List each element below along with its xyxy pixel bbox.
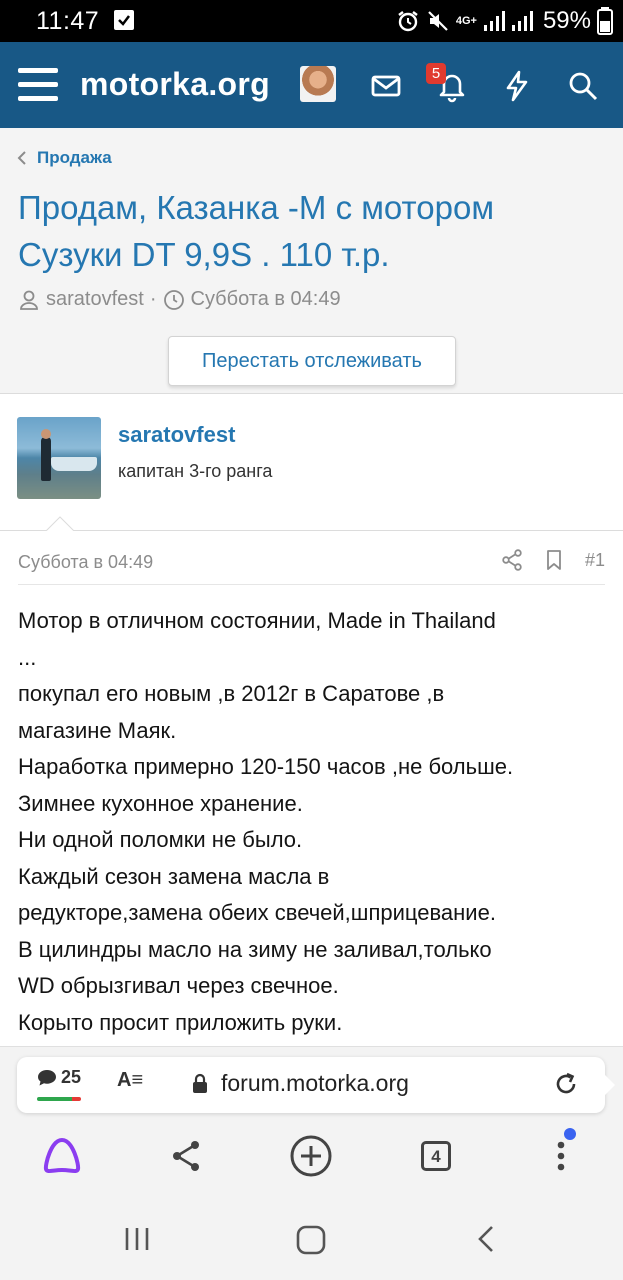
comments-button[interactable]: 25 — [37, 1067, 81, 1088]
title-line: Сузуки DT 9,9S . 110 т.р. — [18, 236, 390, 273]
alice-assistant-icon[interactable] — [40, 1134, 84, 1178]
tabs-count: 4 — [421, 1141, 451, 1171]
search-icon[interactable] — [565, 68, 601, 104]
user-icon — [20, 290, 38, 310]
notification-badge: 5 — [426, 63, 446, 84]
mute-icon — [428, 11, 448, 31]
menu-icon[interactable] — [18, 68, 58, 102]
status-time: 11:47 — [36, 7, 100, 35]
thread-meta: saratovfest · Суббота в 04:49 — [18, 288, 341, 311]
post-line: редукторе,замена обеих свечей,шприцевани… — [18, 900, 496, 925]
clock-icon — [163, 289, 184, 310]
comments-count: 25 — [61, 1067, 82, 1087]
thread-date[interactable]: Суббота в 04:49 — [191, 288, 341, 311]
reload-icon[interactable] — [553, 1071, 579, 1097]
menu-notification-dot — [564, 1128, 576, 1140]
lightning-icon[interactable] — [499, 68, 535, 104]
address-bar[interactable]: 25 A≡ forum.motorka.org — [17, 1057, 615, 1113]
page-title: Продам, Казанка -М с мотором Сузуки DT 9… — [18, 184, 608, 278]
home-icon[interactable] — [295, 1224, 327, 1256]
thread-author[interactable]: saratovfest — [46, 288, 144, 311]
thread-header: Продажа Продам, Казанка -М с мотором Суз… — [0, 128, 623, 394]
signal-icon — [483, 11, 505, 31]
battery-icon — [597, 7, 613, 35]
user-avatar[interactable] — [300, 66, 336, 102]
post-body: Мотор в отличном состоянии, Made in Thai… — [18, 603, 613, 1041]
chevron-left-icon — [17, 151, 26, 165]
tabs-button[interactable]: 4 — [414, 1134, 458, 1178]
post-author-block: saratovfest капитан 3-го ранга — [0, 398, 623, 530]
post-line: Корыто просит приложить руки. — [18, 1009, 343, 1035]
comment-icon — [38, 1069, 56, 1085]
post-line: WD обрызгивал через свечное. — [18, 973, 339, 998]
unwatch-button[interactable]: Перестать отслеживать — [168, 336, 456, 386]
post-line: покупал его новым ,в 2012г в Саратове ,в — [18, 681, 445, 706]
post-line: ... — [18, 644, 37, 670]
mail-icon[interactable] — [368, 68, 404, 104]
lock-icon — [193, 1073, 207, 1093]
meta-separator: · — [149, 288, 157, 310]
post-line: Каждый сезон замена масла в — [18, 863, 330, 889]
post-line: Зимнее кухонное хранение. — [18, 790, 303, 816]
rating-line — [37, 1097, 81, 1101]
author-avatar[interactable] — [17, 417, 101, 499]
recent-apps-icon[interactable] — [122, 1224, 152, 1254]
breadcrumb-label[interactable]: Продажа — [37, 148, 112, 168]
site-logo[interactable]: motorka.org — [80, 66, 270, 103]
app-header: motorka.org — [0, 42, 623, 128]
divider — [18, 584, 605, 585]
author-rank: капитан 3-го ранга — [118, 461, 273, 481]
network-type: 4G+ — [455, 14, 477, 27]
author-pointer — [46, 516, 74, 531]
alarm-icon — [398, 11, 418, 32]
battery-percent: 59% — [542, 7, 591, 34]
post-line: Наработка примерно 120-150 часов ,не бол… — [18, 754, 514, 779]
new-tab-icon[interactable] — [289, 1134, 333, 1178]
status-icons: 4G+ 59% — [396, 6, 613, 36]
signal-icon — [511, 11, 533, 31]
reader-mode-button[interactable]: A≡ — [117, 1069, 143, 1092]
back-icon[interactable] — [472, 1224, 502, 1254]
post-line: Мотор в отличном состоянии, Made in Thai… — [18, 608, 496, 633]
share-icon[interactable] — [164, 1134, 208, 1178]
post-date[interactable]: Суббота в 04:49 — [18, 552, 153, 573]
system-nav-bar — [0, 1200, 623, 1280]
check-notification-icon — [114, 10, 134, 30]
post-number[interactable]: #1 — [585, 550, 605, 571]
divider — [0, 530, 623, 531]
address-bar-tip — [605, 1075, 615, 1095]
url-text[interactable]: forum.motorka.org — [221, 1070, 409, 1097]
post-line: магазине Маяк. — [18, 717, 177, 743]
author-name[interactable]: saratovfest — [118, 422, 235, 448]
title-line: Продам, Казанка -М с мотором — [18, 189, 495, 226]
post-line: Ни одной поломки не было. — [18, 827, 303, 852]
breadcrumb[interactable]: Продажа — [17, 148, 112, 168]
bookmark-icon[interactable] — [545, 549, 563, 571]
status-bar: 11:47 4G+ 59% — [0, 0, 623, 42]
share-icon[interactable] — [501, 549, 523, 571]
post-line: В цилиндры масло на зиму не заливал,толь… — [18, 936, 492, 962]
post-actions: #1 — [501, 549, 605, 571]
more-menu-icon[interactable] — [539, 1134, 583, 1178]
